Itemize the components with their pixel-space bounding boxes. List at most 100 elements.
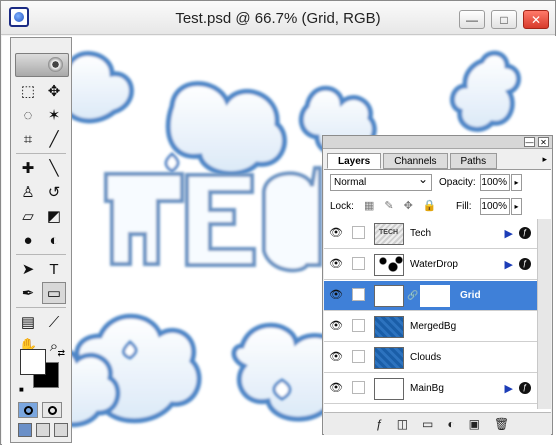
brush-icon[interactable]: ╲ bbox=[42, 157, 66, 179]
layer-name: Clouds bbox=[410, 352, 442, 363]
full-screen-menu-button[interactable] bbox=[36, 423, 50, 437]
stamp-icon[interactable]: ♙ bbox=[16, 181, 40, 203]
default-colors-icon[interactable]: ■ bbox=[19, 385, 24, 394]
tab-layers[interactable]: Layers bbox=[327, 153, 382, 169]
title-bar[interactable]: Test.psd @ 66.7% (Grid, RGB) — □ ✕ bbox=[1, 1, 555, 35]
blur-icon[interactable]: ● bbox=[16, 229, 40, 251]
layer-link-box[interactable] bbox=[352, 319, 365, 332]
quick-mask-button[interactable] bbox=[42, 402, 62, 418]
palette-close-button[interactable]: ✕ bbox=[538, 137, 549, 147]
lock-controls: ▦ ✎ ✥ 🔒 bbox=[364, 199, 437, 212]
layer-link-box[interactable] bbox=[352, 257, 365, 270]
pen-icon[interactable]: ✒ bbox=[16, 282, 40, 304]
paint-bucket-icon[interactable]: ◩ bbox=[42, 205, 66, 227]
new-layer-icon[interactable]: ▣ bbox=[469, 417, 480, 431]
full-screen-button[interactable] bbox=[54, 423, 68, 437]
crop-icon[interactable]: ⌗ bbox=[16, 128, 40, 150]
tool-separator bbox=[16, 254, 66, 255]
opacity-field[interactable]: 100% bbox=[480, 174, 510, 191]
standard-mode-button[interactable] bbox=[18, 402, 38, 418]
tab-paths[interactable]: Paths bbox=[449, 153, 498, 169]
history-brush-icon[interactable]: ↺ bbox=[42, 181, 66, 203]
eyedropper-icon[interactable]: ⟋ bbox=[42, 311, 66, 333]
opacity-label: Opacity: bbox=[439, 177, 476, 188]
palette-menu-icon[interactable]: ▸ bbox=[542, 154, 547, 165]
layer-effects-icon: ƒ bbox=[519, 382, 531, 394]
layer-row[interactable]: 👁 🔗 Grid bbox=[324, 281, 551, 311]
layer-name: Grid bbox=[460, 290, 481, 301]
layer-name: MainBg bbox=[410, 383, 444, 394]
tab-channels[interactable]: Channels bbox=[383, 153, 448, 169]
lock-all-icon[interactable]: 🔒 bbox=[423, 199, 437, 212]
visibility-eye-icon[interactable]: 👁 bbox=[329, 257, 343, 270]
adjustment-layer-icon[interactable]: ◐ bbox=[447, 417, 454, 431]
tool-separator bbox=[16, 307, 66, 308]
layer-link-box[interactable] bbox=[352, 226, 365, 239]
layer-thumbnail bbox=[374, 254, 404, 276]
eraser-icon[interactable]: ▱ bbox=[16, 205, 40, 227]
foreground-color-swatch[interactable] bbox=[20, 349, 46, 375]
minimize-button[interactable]: — bbox=[459, 10, 485, 29]
close-button[interactable]: ✕ bbox=[523, 10, 549, 29]
lock-position-icon[interactable]: ✥ bbox=[404, 199, 413, 212]
layer-row[interactable]: 👁 MainBg ▶ ƒ bbox=[324, 374, 551, 404]
layer-row[interactable]: 👁 WaterDrop ▶ ƒ bbox=[324, 250, 551, 280]
expand-effects-icon[interactable]: ▶ bbox=[505, 227, 513, 240]
expand-effects-icon[interactable]: ▶ bbox=[505, 382, 513, 395]
lock-transparency-icon[interactable]: ▦ bbox=[364, 199, 374, 212]
type-icon[interactable]: T bbox=[42, 258, 66, 280]
path-selection-icon[interactable]: ➤ bbox=[16, 258, 40, 280]
palette-titlebar[interactable]: — ✕ bbox=[323, 136, 552, 149]
layer-thumbnail bbox=[374, 378, 404, 400]
layer-effects-icon: ƒ bbox=[519, 227, 531, 239]
magic-wand-icon[interactable]: ✶ bbox=[42, 104, 66, 126]
rectangle-icon[interactable]: ▭ bbox=[42, 282, 66, 304]
layer-effects-icon: ƒ bbox=[519, 258, 531, 270]
swap-colors-icon[interactable]: ⇄ bbox=[57, 348, 65, 359]
fill-field[interactable]: 100% bbox=[480, 198, 510, 215]
layer-style-icon[interactable]: ƒ bbox=[376, 417, 383, 431]
visibility-eye-icon[interactable]: 👁 bbox=[329, 350, 343, 363]
brush-link-icon[interactable] bbox=[352, 288, 365, 301]
layer-row[interactable]: 👁 Tech ▶ ƒ bbox=[324, 219, 551, 249]
layer-name: MergedBg bbox=[410, 321, 457, 332]
screen-mode-controls bbox=[18, 423, 68, 437]
lock-image-icon[interactable]: ✎ bbox=[384, 199, 393, 212]
blend-mode-select[interactable]: Normal bbox=[330, 172, 432, 191]
dodge-icon[interactable]: ◐ bbox=[42, 229, 66, 251]
opacity-slider-button[interactable]: ▸ bbox=[511, 174, 522, 191]
layer-mask-link-icon: 🔗 bbox=[407, 290, 419, 300]
window-controls: — □ ✕ bbox=[459, 10, 549, 29]
fill-slider-button[interactable]: ▸ bbox=[511, 198, 522, 215]
move-icon[interactable]: ✥ bbox=[42, 80, 66, 102]
layer-link-box[interactable] bbox=[352, 350, 365, 363]
expand-effects-icon[interactable]: ▶ bbox=[505, 258, 513, 271]
notes-icon[interactable]: ▤ bbox=[16, 311, 40, 333]
layers-scrollbar[interactable] bbox=[537, 219, 551, 409]
visibility-eye-icon[interactable]: 👁 bbox=[329, 319, 343, 332]
slice-icon[interactable]: ╱ bbox=[42, 128, 66, 150]
photoshop-logo-icon bbox=[15, 53, 69, 77]
layer-row[interactable]: 👁 Clouds bbox=[324, 343, 551, 373]
visibility-eye-icon[interactable]: 👁 bbox=[329, 288, 343, 301]
layer-row[interactable]: 👁 MergedBg bbox=[324, 312, 551, 342]
marquee-icon[interactable]: ⬚ bbox=[16, 80, 40, 102]
tool-grid: ⬚ ✥ ◌ ✶ ⌗ ╱ ✚ ╲ ♙ ↺ ▱ ◩ ● ◐ ➤ T ✒ ▭ ▤ ⟋ … bbox=[16, 80, 68, 357]
delete-layer-icon[interactable]: 🗑 bbox=[494, 417, 509, 431]
palette-minimize-button[interactable]: — bbox=[524, 137, 535, 147]
layer-name: WaterDrop bbox=[410, 259, 458, 270]
visibility-eye-icon[interactable]: 👁 bbox=[329, 381, 343, 394]
fill-label: Fill: bbox=[456, 201, 472, 212]
color-swatches[interactable]: ⇄ ■ bbox=[19, 348, 65, 394]
maximize-button[interactable]: □ bbox=[491, 10, 517, 29]
layer-thumbnail bbox=[374, 347, 404, 369]
layer-link-box[interactable] bbox=[352, 381, 365, 394]
new-group-icon[interactable]: ▭ bbox=[422, 417, 433, 431]
standard-screen-button[interactable] bbox=[18, 423, 32, 437]
healing-icon[interactable]: ✚ bbox=[16, 157, 40, 179]
layer-thumbnail bbox=[374, 316, 404, 338]
add-mask-icon[interactable]: ◫ bbox=[397, 417, 408, 431]
layer-thumbnail bbox=[374, 285, 404, 307]
visibility-eye-icon[interactable]: 👁 bbox=[329, 226, 343, 239]
lasso-icon[interactable]: ◌ bbox=[16, 104, 40, 126]
